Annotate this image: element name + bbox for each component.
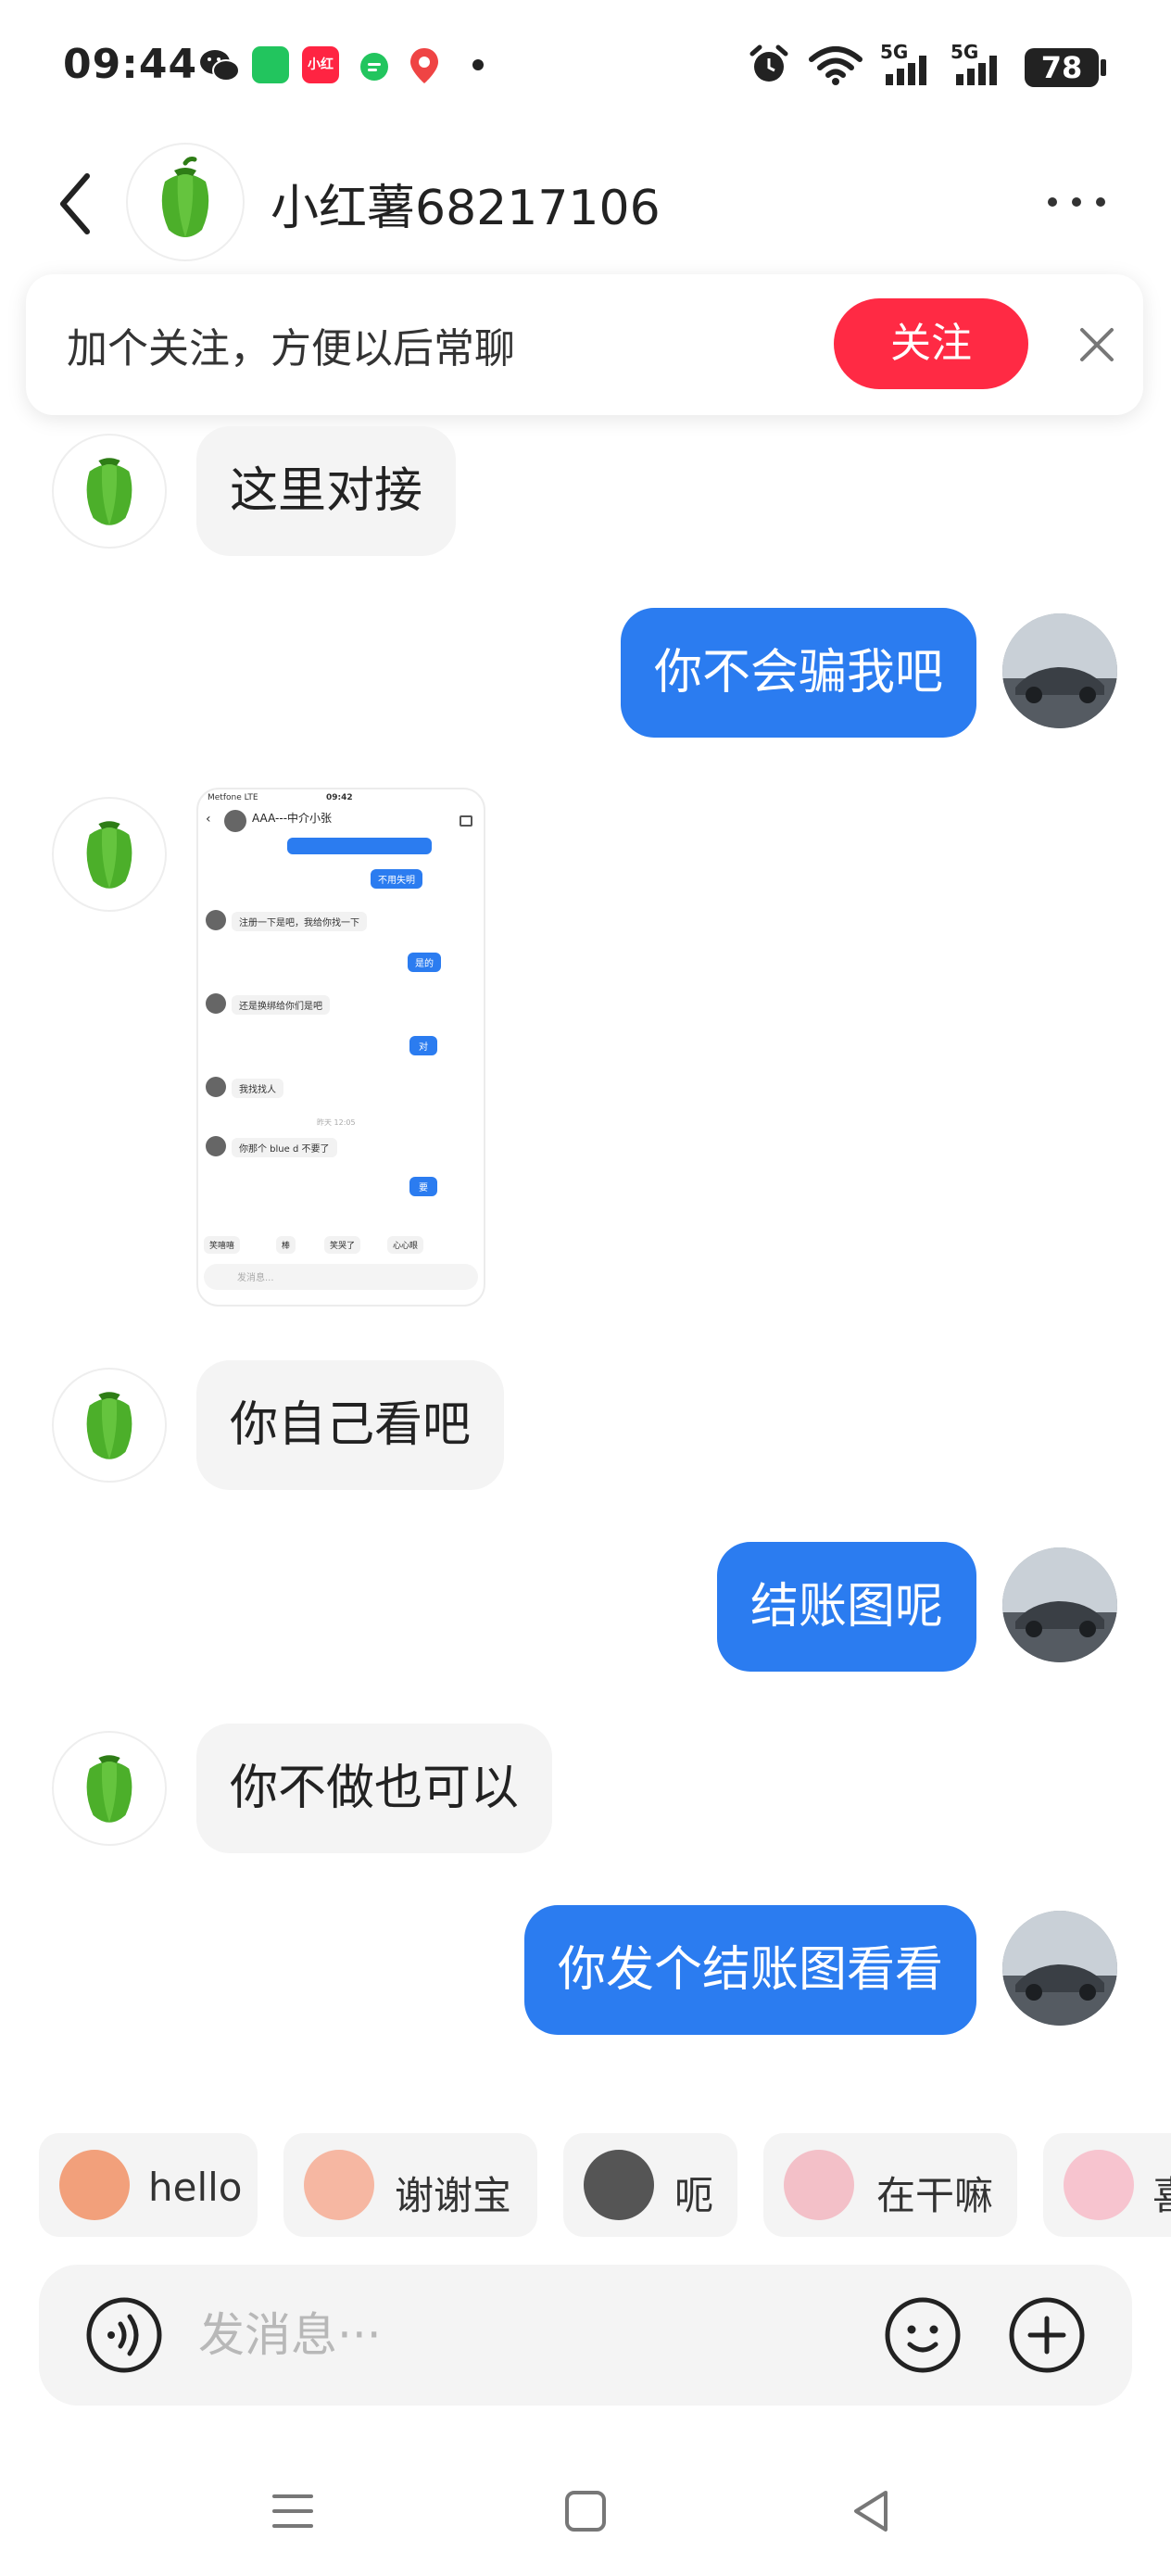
car-icon <box>1002 613 1117 728</box>
shopping-bag-icon <box>252 46 289 83</box>
alarm-icon <box>749 44 788 82</box>
sender-avatar[interactable] <box>52 434 167 549</box>
green-pepper-icon <box>86 458 132 525</box>
monkey-emoji-icon <box>59 2150 130 2220</box>
green-pepper-icon <box>86 821 132 889</box>
quick-reply-row: hello 谢谢宝 呃 在干嘛 喜 <box>0 2133 1171 2241</box>
more-options-button[interactable] <box>1043 183 1110 221</box>
girl-rose-emoji-icon <box>304 2150 374 2220</box>
home-nav-button[interactable] <box>558 2483 613 2539</box>
thumb-line-out: 不用失明 <box>371 869 422 889</box>
message-input[interactable] <box>198 2300 847 2370</box>
thumb-timestamp: 昨天 12:05 <box>317 1118 356 1127</box>
thumb-title: AAA---中介小张 <box>252 812 333 825</box>
thumb-line-out: 是的 <box>408 953 441 972</box>
map-pin-icon <box>410 48 438 83</box>
thumb-time: 09:42 <box>326 793 353 802</box>
quick-reply-label: 呃 <box>674 2173 714 2218</box>
car-icon <box>1002 1547 1117 1662</box>
thumb-carrier: Metfone LTE <box>208 793 258 802</box>
status-bar: 09:44 小红书 5G 5G 78 <box>0 0 1171 130</box>
image-message[interactable]: Metfone LTE 09:42 ‹ AAA---中介小张 不用失明 注册一下… <box>196 788 485 1307</box>
my-avatar[interactable] <box>1002 1911 1117 2026</box>
chat-title: 小红薯68217106 <box>271 181 661 236</box>
quick-reply-er[interactable]: 呃 <box>563 2133 737 2237</box>
my-avatar[interactable] <box>1002 613 1117 728</box>
message-bubble-incoming[interactable]: 这里对接 <box>196 426 457 556</box>
green-pepper-icon <box>86 1755 132 1823</box>
green-pepper-icon <box>161 157 209 237</box>
thumb-chip: 笑哭了 <box>324 1236 361 1254</box>
chat-header: 小红薯68217106 <box>0 130 1171 269</box>
my-avatar[interactable] <box>1002 1547 1117 1662</box>
plus-button[interactable] <box>1008 2296 1086 2374</box>
message-bubble-outgoing[interactable]: 结账图呢 <box>716 1542 976 1672</box>
sender-avatar[interactable] <box>52 1731 167 1846</box>
thumb-line-out: 对 <box>409 1036 437 1055</box>
thumb-avatar <box>224 810 246 832</box>
follow-button[interactable]: 关注 <box>834 298 1028 389</box>
follow-banner: 加个关注，方便以后常聊 关注 <box>26 274 1143 415</box>
message-bubble-incoming[interactable]: 你不做也可以 <box>196 1724 553 1853</box>
thumb-menu-icon <box>460 815 472 827</box>
thumb-avatar <box>206 993 226 1014</box>
battery-tip <box>1101 59 1106 76</box>
thumb-line-in: 还是换绑给你们是吧 <box>232 995 330 1015</box>
cat-emoji-icon <box>584 2150 654 2220</box>
menu-nav-button[interactable] <box>265 2483 321 2539</box>
thumb-chip: 心心眼 <box>387 1236 424 1254</box>
quick-reply-xi[interactable]: 喜 <box>1043 2133 1171 2237</box>
sender-avatar[interactable] <box>52 1368 167 1483</box>
wechat-icon <box>200 50 240 82</box>
quick-reply-what-doing[interactable]: 在干嘛 <box>763 2133 1017 2237</box>
quick-reply-label: hello <box>148 2165 243 2210</box>
thumb-bubble-clipped <box>287 838 432 854</box>
emoji-button[interactable] <box>884 2296 962 2374</box>
car-icon <box>1002 1911 1117 2026</box>
sender-avatar[interactable] <box>52 797 167 912</box>
voice-input-button[interactable] <box>85 2296 163 2374</box>
thumb-line-out: 要 <box>409 1177 437 1196</box>
thumb-line-in: 注册一下是吧，我给你找一下 <box>232 912 367 931</box>
quick-reply-thanks[interactable]: 谢谢宝 <box>283 2133 537 2237</box>
quick-reply-label: 谢谢宝 <box>395 2173 512 2218</box>
thumb-chip: 笑嘻嘻 <box>204 1236 241 1254</box>
thumb-line-in: 我找找人 <box>232 1079 283 1098</box>
thumb-line-in: 你那个 blue d 不要了 <box>232 1138 337 1157</box>
quick-reply-hello[interactable]: hello <box>39 2133 258 2237</box>
thumb-avatar <box>206 1136 226 1156</box>
close-banner-button[interactable] <box>1073 321 1121 369</box>
back-nav-button[interactable] <box>843 2483 899 2539</box>
status-time: 09:44 <box>63 41 198 88</box>
signal-bars-icon <box>956 56 997 85</box>
green-pepper-icon <box>86 1392 132 1459</box>
message-bubble-outgoing[interactable]: 你不会骗我吧 <box>620 608 976 738</box>
header-avatar[interactable] <box>126 143 245 261</box>
magnifier-emoji-icon <box>784 2150 854 2220</box>
message-dot-icon <box>360 53 388 81</box>
signal-bars-icon <box>886 56 926 85</box>
message-bubble-incoming[interactable]: 你自己看吧 <box>196 1360 505 1490</box>
wifi-icon <box>809 46 863 85</box>
notification-dot-icon <box>472 59 484 70</box>
thumb-avatar <box>206 1077 226 1097</box>
xiaohongshu-icon: 小红书 <box>302 46 339 109</box>
system-nav-bar <box>0 2446 1171 2576</box>
quick-reply-label: 在干嘛 <box>876 2173 994 2218</box>
follow-banner-text: 加个关注，方便以后常聊 <box>67 325 515 373</box>
message-input-bar <box>39 2265 1132 2406</box>
quick-reply-label: 喜 <box>1152 2165 1171 2221</box>
thumb-input-placeholder: 发消息... <box>237 1273 274 1283</box>
battery-indicator: 78 <box>1025 48 1099 87</box>
thumb-chip: 棒 <box>276 1236 296 1254</box>
back-button[interactable] <box>48 167 104 241</box>
thumb-avatar <box>206 910 226 930</box>
thumb-back-icon: ‹ <box>206 812 211 827</box>
message-bubble-outgoing[interactable]: 你发个结账图看看 <box>523 1905 976 2035</box>
pig-emoji-icon <box>1064 2150 1134 2220</box>
